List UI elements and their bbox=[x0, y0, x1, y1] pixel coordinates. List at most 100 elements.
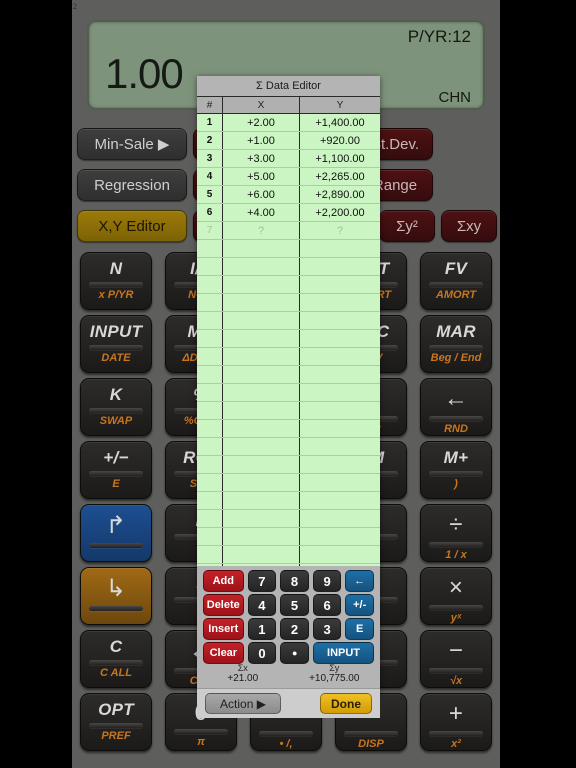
table-cell-empty[interactable] bbox=[300, 528, 380, 545]
table-cell[interactable]: +3.00 bbox=[223, 150, 300, 167]
stats-button[interactable]: Regression bbox=[77, 169, 187, 201]
table-row-empty[interactable] bbox=[197, 438, 380, 456]
table-cell[interactable]: 2 bbox=[197, 132, 223, 149]
table-cell-empty[interactable] bbox=[197, 348, 223, 365]
editor-key[interactable]: 6 bbox=[312, 594, 342, 616]
editor-key[interactable]: 3 bbox=[312, 618, 342, 640]
calc-key[interactable]: OPT PREF bbox=[80, 693, 152, 751]
table-cell[interactable]: +1,100.00 bbox=[300, 150, 380, 167]
stats-button[interactable]: Σxy bbox=[441, 210, 497, 242]
table-row-empty[interactable] bbox=[197, 492, 380, 510]
stats-button[interactable]: X,Y Editor bbox=[77, 210, 187, 242]
table-row-empty[interactable] bbox=[197, 384, 380, 402]
table-cell-empty[interactable] bbox=[197, 276, 223, 293]
table-cell-empty[interactable] bbox=[223, 312, 300, 329]
editor-key[interactable]: 7 bbox=[247, 570, 277, 592]
calc-key[interactable]: Nx P/YR bbox=[80, 252, 152, 310]
table-cell-empty[interactable] bbox=[223, 276, 300, 293]
table-cell-empty[interactable] bbox=[223, 510, 300, 527]
table-row[interactable]: 3 +3.00 +1,100.00 bbox=[197, 150, 380, 168]
table-row-empty[interactable] bbox=[197, 330, 380, 348]
calc-key[interactable]: ↳ bbox=[80, 567, 152, 625]
calc-key[interactable]: M+) bbox=[420, 441, 492, 499]
table-cell-empty[interactable] bbox=[197, 438, 223, 455]
table-row-empty[interactable] bbox=[197, 402, 380, 420]
table-cell-empty[interactable] bbox=[223, 258, 300, 275]
calc-key[interactable]: INPUT DATE bbox=[80, 315, 152, 373]
table-row-empty[interactable] bbox=[197, 474, 380, 492]
action-button[interactable]: Action ▶ bbox=[205, 693, 281, 714]
editor-key[interactable]: Insert bbox=[203, 618, 244, 640]
editor-key[interactable]: INPUT bbox=[313, 642, 374, 664]
table-cell-empty[interactable] bbox=[197, 546, 223, 563]
table-cell[interactable]: +1,400.00 bbox=[300, 114, 380, 131]
table-cell[interactable]: 5 bbox=[197, 186, 223, 203]
table-cell-empty[interactable] bbox=[197, 294, 223, 311]
table-cell[interactable]: +5.00 bbox=[223, 168, 300, 185]
table-row-empty[interactable] bbox=[197, 276, 380, 294]
table-cell-empty[interactable] bbox=[197, 492, 223, 509]
calc-key[interactable]: MAR Beg / End bbox=[420, 315, 492, 373]
table-cell-empty[interactable] bbox=[197, 384, 223, 401]
table-cell-empty[interactable] bbox=[197, 420, 223, 437]
table-cell-empty[interactable] bbox=[223, 384, 300, 401]
editor-key[interactable]: ● bbox=[280, 642, 310, 664]
table-cell-empty[interactable] bbox=[300, 492, 380, 509]
table-cell-placeholder[interactable]: ? bbox=[300, 222, 380, 239]
table-cell-empty[interactable] bbox=[300, 258, 380, 275]
calc-key[interactable]: +/− E bbox=[80, 441, 152, 499]
table-cell-empty[interactable] bbox=[300, 348, 380, 365]
table-cell-empty[interactable] bbox=[223, 240, 300, 257]
table-row-empty[interactable] bbox=[197, 510, 380, 528]
table-cell-empty[interactable] bbox=[223, 330, 300, 347]
table-cell-empty[interactable] bbox=[300, 276, 380, 293]
table-cell-empty[interactable] bbox=[223, 366, 300, 383]
table-cell-empty[interactable] bbox=[300, 420, 380, 437]
editor-key[interactable]: ← bbox=[345, 570, 374, 592]
table-cell[interactable]: +4.00 bbox=[223, 204, 300, 221]
table-cell[interactable]: +2.00 bbox=[223, 114, 300, 131]
table-cell[interactable]: +2,890.00 bbox=[300, 186, 380, 203]
table-cell-empty[interactable] bbox=[197, 258, 223, 275]
editor-key[interactable]: 9 bbox=[312, 570, 342, 592]
table-cell-empty[interactable] bbox=[197, 330, 223, 347]
calc-key[interactable]: ÷ 1 / x bbox=[420, 504, 492, 562]
stats-button[interactable]: Min-Sale ▶ bbox=[77, 128, 187, 160]
table-cell-empty[interactable] bbox=[300, 474, 380, 491]
editor-key[interactable]: 2 bbox=[280, 618, 309, 640]
table-row[interactable]: 4 +5.00 +2,265.00 bbox=[197, 168, 380, 186]
table-cell-empty[interactable] bbox=[300, 330, 380, 347]
table-cell-empty[interactable] bbox=[300, 438, 380, 455]
table-cell[interactable]: 6 bbox=[197, 204, 223, 221]
calc-key[interactable]: × yˣ bbox=[420, 567, 492, 625]
calc-key[interactable]: C C ALL bbox=[80, 630, 152, 688]
table-cell-empty[interactable] bbox=[223, 474, 300, 491]
table-cell-empty[interactable] bbox=[223, 492, 300, 509]
table-row[interactable]: 6 +4.00 +2,200.00 bbox=[197, 204, 380, 222]
editor-key[interactable]: 0 bbox=[247, 642, 277, 664]
table-cell-empty[interactable] bbox=[300, 546, 380, 563]
table-cell-empty[interactable] bbox=[223, 402, 300, 419]
calc-key[interactable]: + x² bbox=[420, 693, 492, 751]
table-cell-empty[interactable] bbox=[197, 528, 223, 545]
table-cell-empty[interactable] bbox=[300, 312, 380, 329]
table-row-empty[interactable] bbox=[197, 546, 380, 564]
table-cell[interactable]: 4 bbox=[197, 168, 223, 185]
table-cell-empty[interactable] bbox=[300, 402, 380, 419]
table-cell-empty[interactable] bbox=[197, 240, 223, 257]
table-cell[interactable]: 3 bbox=[197, 150, 223, 167]
calc-key[interactable]: K SWAP bbox=[80, 378, 152, 436]
editor-key[interactable]: 8 bbox=[280, 570, 309, 592]
done-button[interactable]: Done bbox=[320, 693, 372, 714]
editor-key[interactable]: Clear bbox=[203, 642, 244, 664]
table-cell-empty[interactable] bbox=[223, 348, 300, 365]
table-cell-empty[interactable] bbox=[300, 240, 380, 257]
table-cell-empty[interactable] bbox=[197, 510, 223, 527]
table-cell-empty[interactable] bbox=[223, 294, 300, 311]
table-cell-empty[interactable] bbox=[197, 474, 223, 491]
table-cell-empty[interactable] bbox=[197, 366, 223, 383]
table-cell-empty[interactable] bbox=[300, 510, 380, 527]
data-table-body[interactable]: 1 +2.00 +1,400.00 2 +1.00 +920.00 3 +3.00 +1,100… bbox=[197, 114, 380, 566]
table-row-empty[interactable] bbox=[197, 528, 380, 546]
table-cell-empty[interactable] bbox=[197, 456, 223, 473]
